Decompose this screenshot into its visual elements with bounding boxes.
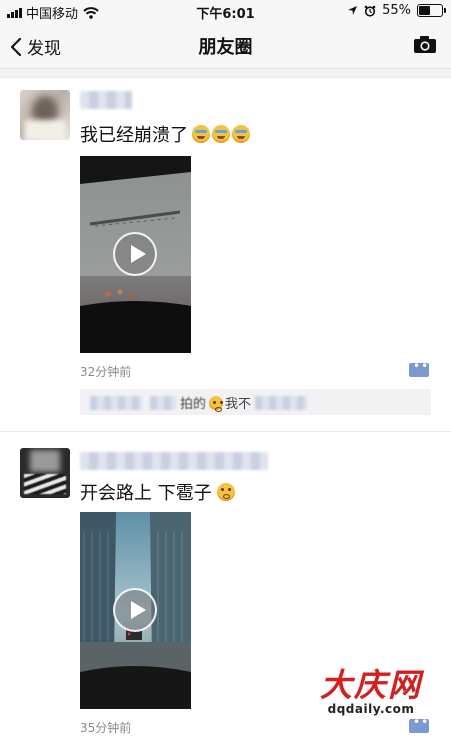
battery-fill bbox=[419, 6, 430, 15]
status-right: 55% bbox=[347, 3, 446, 18]
section-separator bbox=[0, 69, 451, 78]
cry-laugh-emoji-icon bbox=[232, 125, 250, 143]
post-text-content: 开会路上 下雹子 bbox=[80, 483, 212, 504]
post-timestamp: 35分钟前 bbox=[80, 721, 132, 735]
alarm-icon bbox=[364, 5, 376, 17]
commenter-name-blurred bbox=[90, 395, 142, 410]
avatar[interactable] bbox=[20, 90, 70, 140]
battery-percent: 55% bbox=[382, 3, 411, 18]
nickname-blurred[interactable] bbox=[80, 452, 268, 470]
cry-laugh-emoji-icon bbox=[212, 125, 230, 143]
camera-button[interactable] bbox=[413, 35, 437, 58]
video-thumbnail[interactable] bbox=[80, 512, 191, 709]
cry-laugh-emoji-icon bbox=[192, 125, 210, 143]
battery-icon bbox=[417, 4, 446, 17]
comment-hidden-part bbox=[255, 395, 308, 410]
location-icon bbox=[348, 6, 358, 15]
watermark-site: dqdaily.com bbox=[327, 702, 415, 716]
avatar[interactable] bbox=[20, 448, 70, 498]
status-bar: 中国移动 下午6:01 55% bbox=[0, 0, 451, 22]
comment-visible-text: 拍的 bbox=[180, 397, 207, 412]
more-actions-button[interactable] bbox=[409, 359, 429, 377]
camera-icon bbox=[414, 36, 436, 53]
more-actions-button[interactable] bbox=[409, 715, 429, 733]
play-icon[interactable] bbox=[113, 588, 157, 632]
watermark-logo: 大庆网 bbox=[319, 666, 422, 704]
comment-area: 拍的 我不 bbox=[80, 389, 431, 415]
blush-emoji-icon bbox=[216, 483, 235, 501]
play-icon[interactable] bbox=[113, 232, 157, 276]
comment[interactable]: 拍的 我不 bbox=[90, 393, 308, 412]
post-text-content: 我已经崩溃了 bbox=[80, 125, 188, 146]
nav-bar: 发现 朋友圈 bbox=[0, 22, 451, 69]
blush-emoji-icon bbox=[209, 395, 224, 412]
post-text: 我已经崩溃了 bbox=[80, 121, 250, 147]
moment-post: 我已经崩溃了 32分钟前 •• 拍的 我不 bbox=[0, 78, 451, 432]
nickname-blurred[interactable] bbox=[80, 91, 132, 109]
watermark: 大庆网 dqdaily.com bbox=[316, 668, 426, 716]
post-timestamp: 32分钟前 bbox=[80, 365, 132, 379]
comment-visible-text-2: 我不 bbox=[225, 397, 252, 412]
page-title: 朋友圈 bbox=[198, 37, 253, 58]
post-text: 开会路上 下雹子 bbox=[80, 479, 235, 505]
video-thumbnail[interactable] bbox=[80, 156, 191, 353]
comment-hidden-part bbox=[150, 395, 176, 410]
